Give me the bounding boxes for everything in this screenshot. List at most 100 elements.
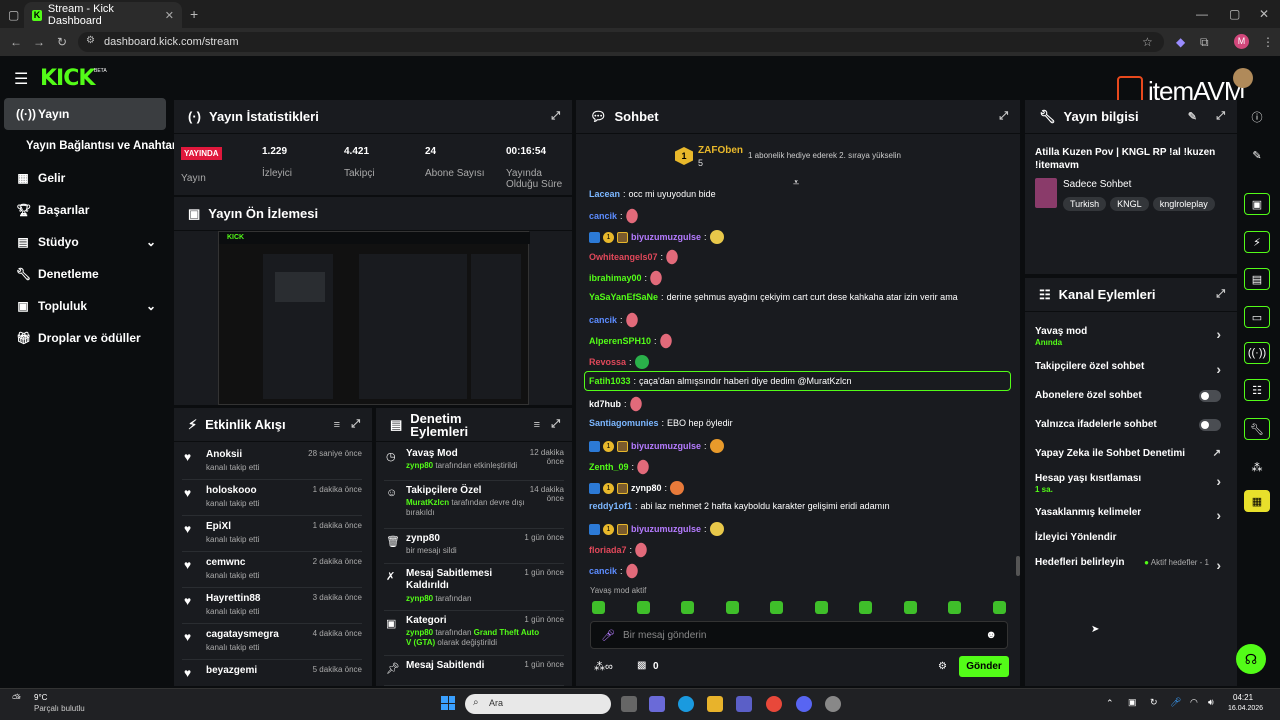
event-item[interactable]: ♥ Anoksii kanalı takip etti 28 saniye önce — [182, 444, 362, 480]
tray-app-icon[interactable]: ▣ — [1128, 697, 1137, 708]
expand-icon[interactable]: ⤢ — [351, 418, 360, 431]
browser-menu-icon[interactable]: ⋮ — [1262, 35, 1274, 49]
emote-picker-item[interactable] — [948, 601, 961, 614]
task-view-icon[interactable] — [621, 696, 637, 712]
channel-action-item[interactable]: Abonelere özel sohbet — [1035, 390, 1225, 414]
emoji-picker-icon[interactable]: ☻ — [985, 629, 997, 641]
channel-action-item[interactable]: Yasaklanmış kelimeler › — [1035, 507, 1225, 531]
chat-username[interactable]: Lacean — [589, 189, 620, 199]
chat-icon[interactable]: ▭ — [1244, 306, 1270, 328]
edit-pencil-icon[interactable]: ✎ — [1188, 110, 1197, 123]
mic-icon[interactable]: 🎤︎ — [601, 629, 615, 642]
event-item[interactable]: ♥ EpiXl kanalı takip etti 1 dakika önce — [182, 516, 362, 552]
infinity-icon[interactable]: ⁂∞ — [594, 660, 613, 673]
edit-icon[interactable]: ✎ — [1244, 144, 1270, 166]
discord-icon[interactable] — [796, 696, 812, 712]
expand-icon[interactable]: ⤢ — [1216, 288, 1225, 301]
extension-icon[interactable]: ◆ — [1176, 35, 1185, 49]
windows-start-icon[interactable] — [441, 696, 455, 710]
chat-message[interactable]: Fatih1033: çaça'dan almışsındır haberi di… — [589, 376, 852, 386]
chat-message[interactable]: 1 zynp80: — [589, 481, 685, 495]
clock-time[interactable]: 04:21 — [1233, 693, 1253, 702]
user-avatar[interactable] — [1233, 68, 1253, 88]
sidebar-item-topluluk[interactable]: ▣ Topluluk ⌄ — [4, 290, 166, 322]
volume-icon[interactable]: 🔊︎ — [1208, 697, 1214, 708]
tag-chip[interactable]: knglroleplay — [1152, 197, 1215, 211]
reload-icon[interactable]: ↻ — [57, 35, 67, 49]
chat-message[interactable]: Zenth_09: — [589, 458, 652, 476]
chat-message[interactable]: Lacean: occ mi uyuyodun bide — [589, 189, 716, 199]
moderation-item[interactable]: ☺ Takipçilere Özel 14 dakika önce MuratKzlc… — [384, 481, 564, 529]
chat-message[interactable]: 1 biyuzumuzgulse: — [589, 439, 724, 453]
moderation-item[interactable]: ◷ Yavaş Mod 12 dakika önce zynp80 tarafında… — [384, 444, 564, 481]
emote-picker-item[interactable] — [681, 601, 694, 614]
chat-username[interactable]: biyuzumuzgulse — [631, 232, 701, 242]
moderation-item[interactable]: 🗑︎ zynp80 1 gün önce bir mesajı sildi — [384, 529, 564, 564]
emote-picker-item[interactable] — [992, 601, 1006, 614]
filter-icon[interactable]: ≡ — [334, 419, 340, 431]
tab-list-icon[interactable]: ▢ — [8, 8, 19, 22]
sidebar-item-basarilar[interactable]: 🏆︎ Başarılar — [4, 194, 166, 226]
mod-user[interactable]: zynp80 — [406, 628, 433, 637]
chat-message[interactable]: 1 biyuzumuzgulse: — [589, 522, 724, 536]
weather-temp[interactable]: 9°C — [34, 693, 47, 702]
chat-message[interactable]: kd7hub: — [589, 395, 644, 413]
sidebar-item-stream-key[interactable]: Yayın Bağlantısı ve Anahtarı — [4, 130, 180, 162]
chat-message[interactable]: YaSaYanEfSaNe: derine şehmus ayağını çeki… — [589, 292, 958, 302]
chat-username[interactable]: Owhiteangels07 — [589, 252, 658, 262]
chat-username[interactable]: Fatih1033 — [589, 376, 631, 386]
chat-message[interactable]: Owhiteangels07: — [589, 248, 681, 266]
taskbar-search[interactable]: Ara — [465, 694, 611, 714]
emote-picker-item[interactable] — [725, 601, 739, 614]
chat-message[interactable]: cancik: — [589, 562, 640, 580]
chat-message[interactable]: cancik: — [589, 311, 640, 329]
sidebar-item-denetleme[interactable]: 🔧︎ Denetleme — [4, 258, 166, 290]
mod-user[interactable]: MuratKzlcn — [406, 498, 449, 507]
expand-icon[interactable]: ⤢ — [1216, 110, 1225, 123]
gift-box-icon[interactable]: ▩ — [637, 660, 646, 671]
expand-icon[interactable]: ⤢ — [551, 418, 560, 431]
channel-action-item[interactable]: Takipçilere özel sohbet › — [1035, 361, 1225, 385]
chat-scrollbar[interactable] — [1016, 556, 1020, 576]
chat-username[interactable]: Zenth_09 — [589, 462, 629, 472]
chat-username[interactable]: floriada7 — [589, 545, 627, 555]
sidebar-item-studyo[interactable]: ▤ Stüdyo ⌄ — [4, 226, 166, 258]
expand-icon[interactable]: ⤢ — [551, 110, 560, 123]
mod-user[interactable]: zynp80 — [406, 461, 433, 470]
chat-username[interactable]: cancik — [589, 566, 617, 576]
tag-chip[interactable]: KNGL — [1110, 197, 1149, 211]
hamburger-menu-icon[interactable]: ☰ — [14, 69, 28, 89]
emote-picker-item[interactable] — [859, 601, 872, 614]
capture-icon[interactable]: ▣ — [1244, 193, 1270, 215]
filter-icon[interactable]: ≡ — [534, 419, 540, 431]
channel-action-item[interactable]: Yalnızca ifadelerle sohbet — [1035, 419, 1225, 443]
tray-mic-icon[interactable]: 🎤︎ — [1170, 697, 1181, 708]
channel-action-item[interactable]: Hedefleri belirleyin ● Aktif hedefler - 1… — [1035, 557, 1225, 581]
tag-chip[interactable]: Turkish — [1063, 197, 1107, 211]
chat-message[interactable]: floriada7: — [589, 541, 650, 559]
support-headset-icon[interactable]: ☊ — [1236, 644, 1266, 674]
emote-picker-item[interactable] — [770, 601, 783, 614]
chat-message[interactable]: 1 biyuzumuzgulse: — [589, 230, 724, 244]
close-tab-icon[interactable]: ✕ — [165, 9, 174, 22]
chat-username[interactable]: ibrahimay00 — [589, 273, 642, 283]
sidebar-item-gelir[interactable]: ▦ Gelir — [4, 162, 166, 194]
layout-icon[interactable]: ☷ — [1244, 379, 1270, 401]
event-item[interactable]: ♥ holoskooo kanalı takip etti 1 dakika önce — [182, 480, 362, 516]
info-icon[interactable]: ⓘ — [1244, 106, 1270, 128]
event-item[interactable]: ♥ Hayrettin88 kanalı takip etti 3 dakika ön… — [182, 588, 362, 624]
channel-action-item[interactable]: İzleyici Yönlendir — [1035, 532, 1225, 556]
edge-icon[interactable] — [678, 696, 694, 712]
chat-username[interactable]: zynp80 — [631, 483, 662, 493]
forward-icon[interactable]: → — [33, 35, 45, 49]
event-item[interactable]: ♥ cagataysmegra kanalı takip etti 4 dakika … — [182, 624, 362, 660]
send-button[interactable]: Gönder — [959, 656, 1009, 677]
tray-sync-icon[interactable]: ↻ — [1150, 697, 1158, 708]
wrench-icon[interactable]: 🔧︎ — [1244, 418, 1270, 440]
channel-action-item[interactable]: Yavaş mod Anında › — [1035, 326, 1225, 350]
chat-message[interactable]: ibrahimay00: — [589, 269, 665, 287]
toggle-switch[interactable] — [1199, 390, 1221, 402]
new-tab-icon[interactable]: + — [190, 6, 198, 22]
url-input[interactable]: dashboard.kick.com/stream — [78, 32, 1164, 52]
pin-collapse-icon[interactable]: ⩡ — [793, 177, 799, 190]
